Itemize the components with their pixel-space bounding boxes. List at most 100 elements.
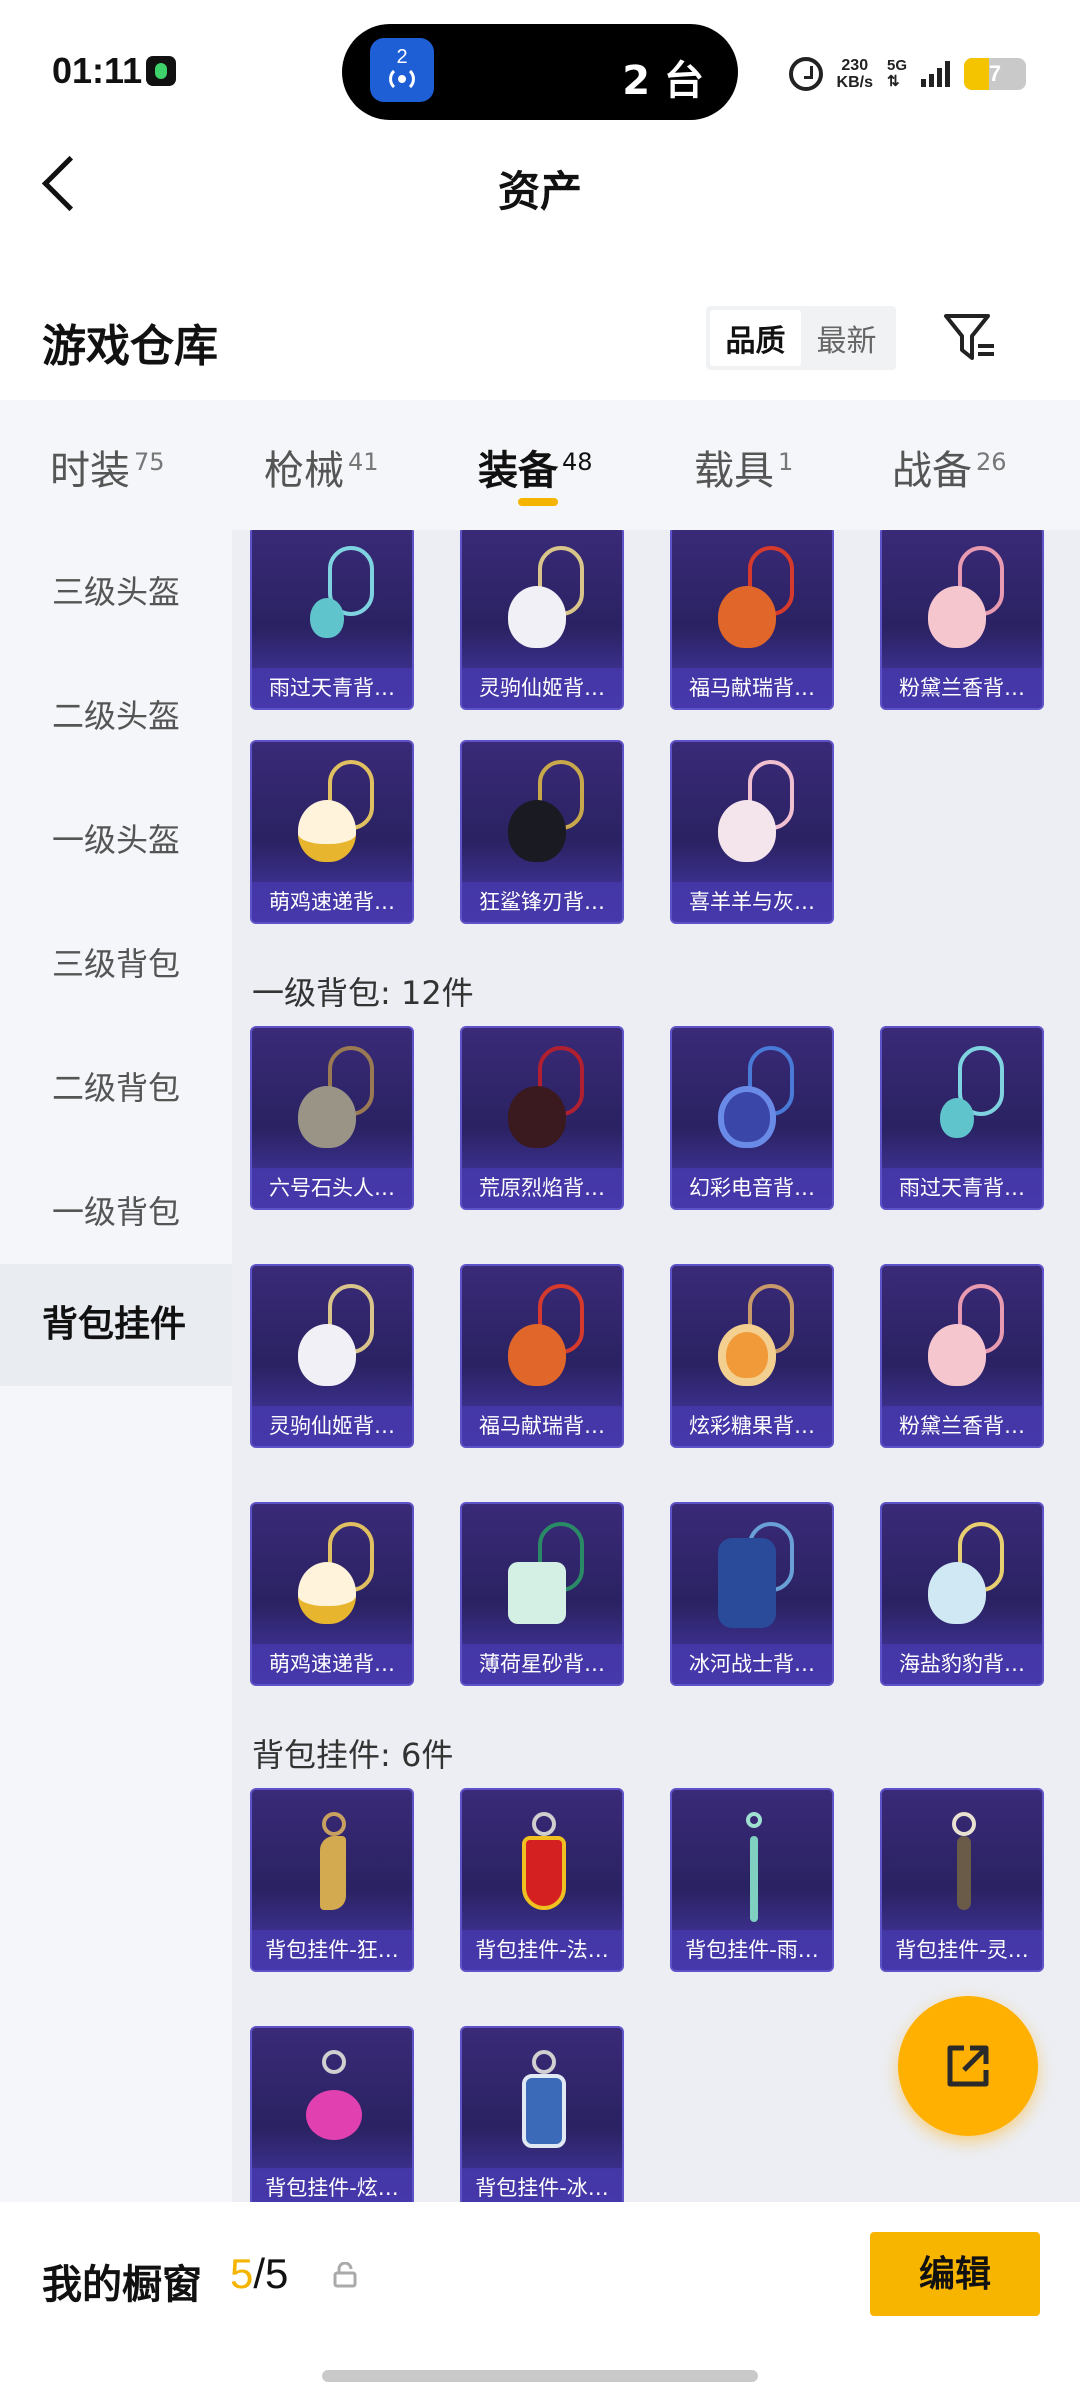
status-time: 01:11	[52, 50, 143, 91]
charm-icon	[502, 2046, 586, 2156]
item-name: 荒原烈焰背…	[462, 1168, 622, 1208]
item-card[interactable]: 狂鲨锋刃背…	[460, 740, 624, 924]
sidebar-item-charms[interactable]: 背包挂件	[0, 1264, 232, 1386]
tab-label: 装备	[478, 448, 558, 494]
item-card[interactable]: 背包挂件-雨…	[670, 1788, 834, 1972]
item-name: 灵驹仙姬背…	[462, 668, 622, 708]
battery-level: 7	[988, 61, 1002, 86]
item-name: 海盐豹豹背…	[882, 1644, 1042, 1684]
item-card[interactable]: 背包挂件-冰…	[460, 2026, 624, 2202]
item-card[interactable]: 背包挂件-灵…	[880, 1788, 1044, 1972]
page-title: 资产	[497, 167, 582, 216]
tab-count: 75	[134, 448, 165, 476]
backpack-icon	[712, 1046, 796, 1156]
backpack-icon	[292, 1522, 376, 1632]
lock-icon	[333, 2262, 357, 2288]
charm-icon	[292, 2046, 376, 2156]
tab-count: 1	[778, 448, 794, 476]
sidebar-item-helmet-3[interactable]: 三级头盔	[0, 562, 232, 622]
dynamic-island[interactable]: 2 2 台	[342, 24, 738, 120]
edit-button[interactable]: 编辑	[870, 2232, 1040, 2316]
sidebar-item-backpack-3[interactable]: 三级背包	[0, 934, 232, 994]
item-card[interactable]: 荒原烈焰背…	[460, 1026, 624, 1210]
item-name: 背包挂件-炫…	[252, 2168, 412, 2202]
item-card[interactable]: 幻彩电音背…	[670, 1026, 834, 1210]
item-name: 薄荷星砂背…	[462, 1644, 622, 1684]
backpack-icon	[502, 546, 586, 656]
sidebar-item-helmet-2[interactable]: 二级头盔	[0, 686, 232, 746]
item-card[interactable]: 灵驹仙姬背…	[460, 530, 624, 710]
item-card[interactable]: 海盐豹豹背…	[880, 1502, 1044, 1686]
network-type: 5G ⇅	[887, 58, 907, 90]
tab-label: 枪械	[264, 448, 344, 494]
backpack-icon	[292, 1046, 376, 1156]
item-card[interactable]: 粉黛兰香背…	[880, 1264, 1044, 1448]
section-title-backpack-1: 一级背包: 12件	[252, 974, 474, 1012]
tab-guns[interactable]: 枪械 41	[264, 438, 379, 496]
item-card[interactable]: 背包挂件-法…	[460, 1788, 624, 1972]
item-card[interactable]: 薄荷星砂背…	[460, 1502, 624, 1686]
net-speed-unit: KB/s	[836, 74, 873, 91]
filter-icon[interactable]	[940, 310, 1000, 366]
item-name: 炫彩糖果背…	[672, 1406, 832, 1446]
item-card[interactable]: 雨过天青背…	[880, 1026, 1044, 1210]
charm-icon	[292, 1808, 376, 1918]
item-card[interactable]: 福马献瑞背…	[670, 530, 834, 710]
item-name: 六号石头人…	[252, 1168, 412, 1208]
item-card[interactable]: 喜羊羊与灰…	[670, 740, 834, 924]
item-name: 背包挂件-法…	[462, 1930, 622, 1970]
backpack-icon	[922, 1046, 1006, 1156]
charm-icon	[712, 1808, 796, 1922]
subcategory-sidebar: 三级头盔 二级头盔 一级头盔 三级背包 二级背包 一级背包 背包挂件	[0, 530, 232, 2202]
item-card[interactable]: 萌鸡速递背…	[250, 1502, 414, 1686]
item-card[interactable]: 灵驹仙姬背…	[250, 1264, 414, 1448]
backpack-icon	[712, 1522, 796, 1632]
item-card[interactable]: 炫彩糖果背…	[670, 1264, 834, 1448]
cast-icon: 2	[370, 38, 434, 102]
status-icons: 230 KB/s 5G ⇅ 7	[788, 52, 1026, 96]
sort-quality-button[interactable]: 品质	[710, 310, 801, 366]
bottom-bar: 我的橱窗 5/5 编辑	[0, 2202, 1080, 2400]
backpack-icon	[712, 1284, 796, 1394]
backpack-icon	[292, 760, 376, 870]
item-card[interactable]: 萌鸡速递背…	[250, 740, 414, 924]
tab-vehicles[interactable]: 载具 1	[694, 438, 793, 496]
item-card[interactable]: 背包挂件-炫…	[250, 2026, 414, 2202]
home-indicator[interactable]	[322, 2370, 758, 2382]
device-count: 2 台	[622, 58, 704, 104]
backpack-icon	[502, 760, 586, 870]
tab-fashion[interactable]: 时装 75	[50, 438, 165, 496]
item-card[interactable]: 雨过天青背…	[250, 530, 414, 710]
item-card[interactable]: 粉黛兰香背…	[880, 530, 1044, 710]
item-name: 背包挂件-灵…	[882, 1930, 1042, 1970]
share-button[interactable]	[898, 1996, 1038, 2136]
item-name: 喜羊羊与灰…	[672, 882, 832, 922]
sort-newest-button[interactable]: 最新	[801, 310, 892, 366]
network-label: 5G	[886, 57, 907, 74]
item-card[interactable]: 背包挂件-狂…	[250, 1788, 414, 1972]
backpack-icon	[502, 1522, 586, 1632]
sidebar-item-backpack-2[interactable]: 二级背包	[0, 1058, 232, 1118]
backpack-icon	[922, 546, 1006, 656]
sort-toggle: 品质 最新	[706, 306, 896, 370]
tab-label: 战备	[892, 448, 972, 494]
alarm-icon	[788, 57, 823, 91]
item-name: 背包挂件-冰…	[462, 2168, 622, 2202]
item-card[interactable]: 福马献瑞背…	[460, 1264, 624, 1448]
sidebar-item-backpack-1[interactable]: 一级背包	[0, 1182, 232, 1242]
tab-supplies[interactable]: 战备 26	[892, 438, 1007, 496]
music-app-icon	[146, 56, 176, 86]
sidebar-item-helmet-1[interactable]: 一级头盔	[0, 810, 232, 870]
item-card[interactable]: 冰河战士背…	[670, 1502, 834, 1686]
backpack-icon	[922, 1284, 1006, 1394]
backpack-icon	[922, 1522, 1006, 1632]
item-card[interactable]: 六号石头人…	[250, 1026, 414, 1210]
item-name: 粉黛兰香背…	[882, 668, 1042, 708]
warehouse-title: 游戏仓库	[42, 321, 218, 372]
battery-icon: 7	[964, 58, 1026, 90]
tab-equipment[interactable]: 装备 48	[478, 438, 593, 496]
item-name: 福马献瑞背…	[462, 1406, 622, 1446]
active-tab-indicator	[518, 498, 558, 506]
tab-count: 41	[348, 448, 379, 476]
item-name: 雨过天青背…	[882, 1168, 1042, 1208]
